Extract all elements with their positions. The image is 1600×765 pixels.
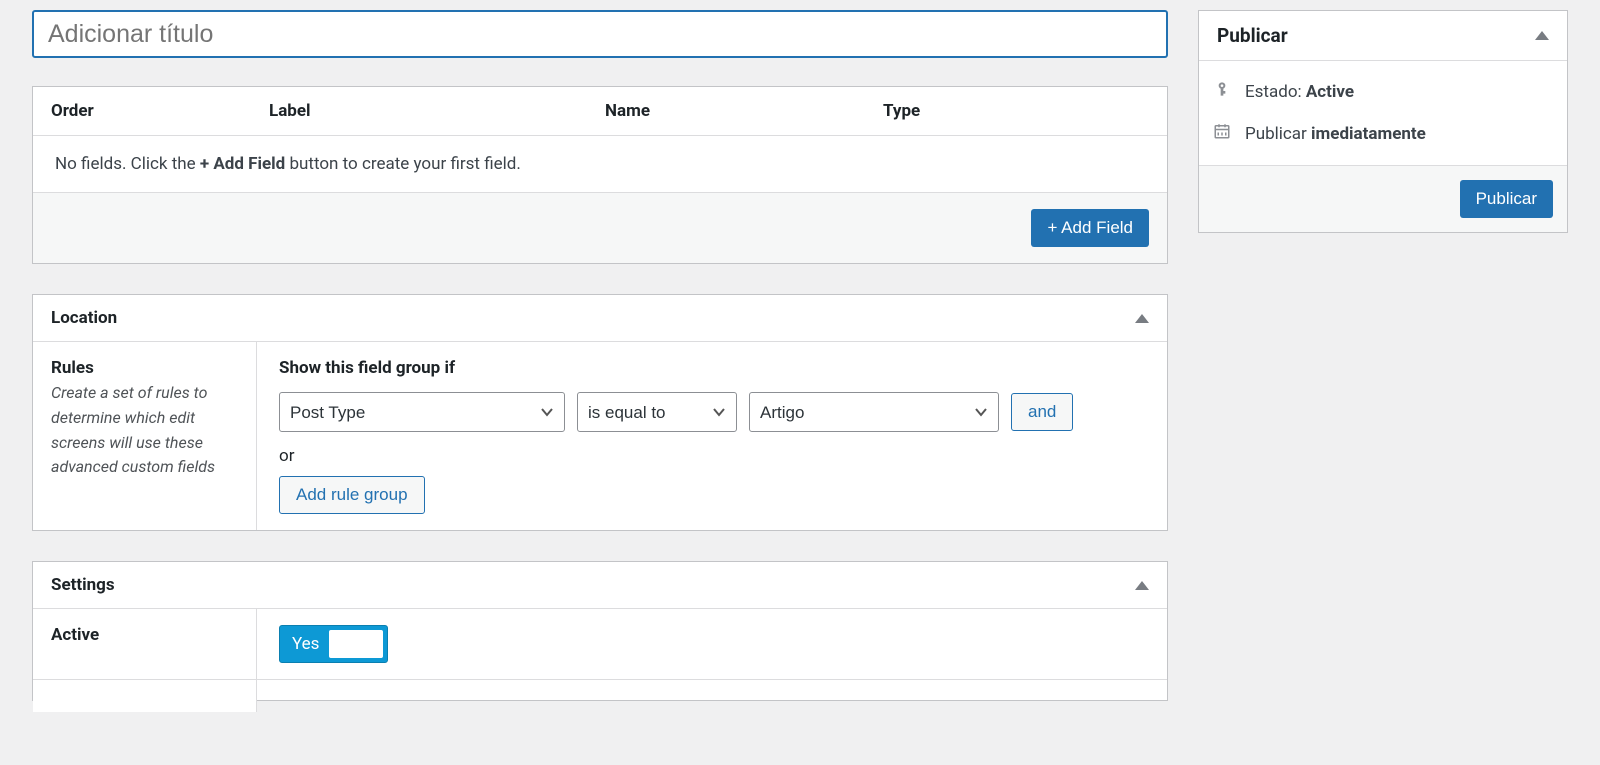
column-header-order: Order	[51, 101, 269, 121]
settings-panel: Settings Active Yes	[32, 561, 1168, 701]
active-toggle-label: Yes	[284, 634, 329, 654]
schedule-label: Publicar	[1245, 124, 1311, 144]
publish-status-text: Estado: Active	[1245, 82, 1354, 102]
key-icon	[1213, 81, 1231, 102]
status-label: Estado:	[1245, 82, 1306, 102]
rules-label-cell: Rules Create a set of rules to determine…	[33, 342, 257, 530]
next-row-content-placeholder	[257, 680, 1167, 712]
no-fields-message: No fields. Click the + Add Field button …	[33, 136, 1167, 193]
rule-value-select[interactable]: Artigo	[749, 392, 999, 432]
rule-operator-select[interactable]: is equal to	[577, 392, 737, 432]
publish-heading[interactable]: Publicar	[1199, 11, 1567, 61]
show-if-label: Show this field group if	[279, 358, 1145, 378]
title-input[interactable]	[32, 10, 1168, 58]
rules-description: Create a set of rules to determine which…	[51, 381, 238, 480]
next-row-label-placeholder	[33, 680, 257, 712]
no-fields-text-before: No fields. Click the	[55, 154, 200, 174]
fields-footer: + Add Field	[33, 193, 1167, 263]
status-value: Active	[1306, 82, 1354, 102]
active-content: Yes	[257, 609, 1167, 679]
column-header-label: Label	[269, 101, 605, 121]
collapse-up-icon	[1135, 581, 1149, 590]
rules-title: Rules	[51, 358, 238, 378]
schedule-value: imediatamente	[1311, 124, 1426, 144]
settings-heading[interactable]: Settings	[33, 562, 1167, 609]
calendar-icon	[1213, 122, 1231, 145]
fields-header-row: Order Label Name Type	[33, 87, 1167, 136]
no-fields-text-bold: + Add Field	[200, 154, 285, 174]
publish-panel: Publicar Estado: Active	[1198, 10, 1568, 233]
rule-param-select[interactable]: Post Type	[279, 392, 565, 432]
collapse-up-icon	[1535, 31, 1549, 40]
location-heading-label: Location	[51, 308, 117, 328]
rules-content: Show this field group if Post Type	[257, 342, 1167, 530]
publish-footer: Publicar	[1199, 165, 1567, 232]
active-toggle[interactable]: Yes	[279, 625, 388, 663]
column-header-type: Type	[883, 101, 1149, 121]
publish-heading-label: Publicar	[1217, 24, 1288, 47]
add-rule-group-button[interactable]: Add rule group	[279, 476, 425, 514]
location-heading[interactable]: Location	[33, 295, 1167, 342]
toggle-handle	[329, 630, 383, 658]
collapse-up-icon	[1135, 314, 1149, 323]
publish-schedule-line: Publicar imediatamente	[1199, 116, 1567, 159]
publish-schedule-text: Publicar imediatamente	[1245, 124, 1426, 144]
add-and-rule-button[interactable]: and	[1011, 393, 1073, 431]
publish-status-line: Estado: Active	[1199, 67, 1567, 116]
location-panel: Location Rules Create a set of rules to …	[32, 294, 1168, 531]
no-fields-text-after: button to create your first field.	[285, 154, 521, 174]
settings-heading-label: Settings	[51, 575, 115, 595]
rule-line: Post Type is equal to	[279, 392, 1145, 432]
publish-button[interactable]: Publicar	[1460, 180, 1553, 218]
active-label: Active	[51, 625, 238, 645]
column-header-name: Name	[605, 101, 883, 121]
add-field-button[interactable]: + Add Field	[1031, 209, 1149, 247]
fields-panel: Order Label Name Type No fields. Click t…	[32, 86, 1168, 264]
or-label: or	[279, 446, 1145, 466]
active-label-cell: Active	[33, 609, 257, 679]
